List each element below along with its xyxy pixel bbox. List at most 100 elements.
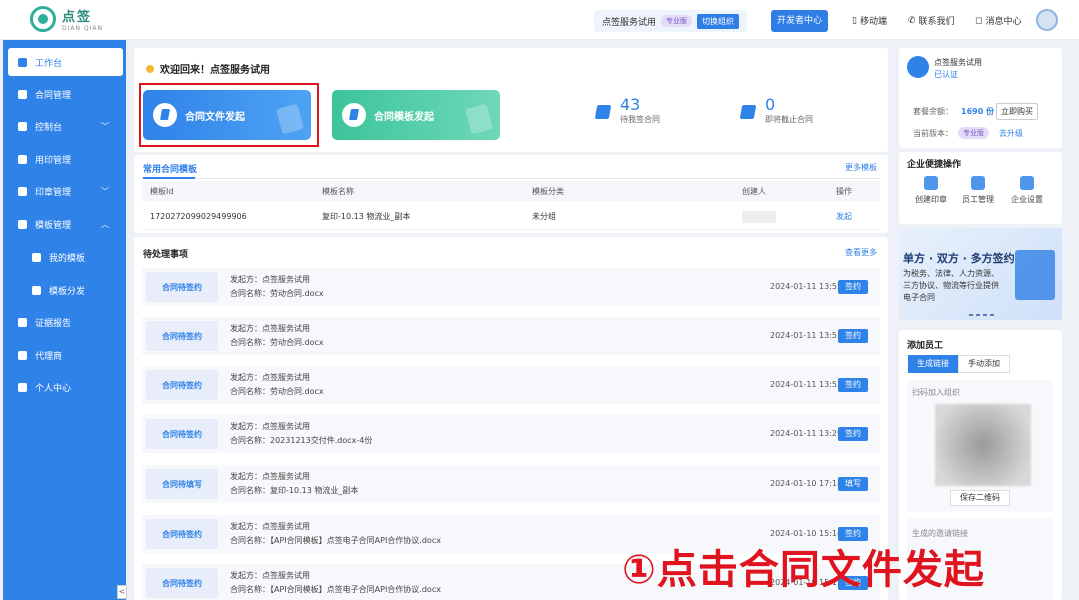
todo-sender: 发起方：点签服务试用 (230, 275, 310, 284)
grid-icon (32, 285, 41, 295)
sign-button[interactable]: 签约 (838, 527, 868, 541)
chevron-up-icon: ︿ (101, 219, 109, 229)
sidebar-item-evidence[interactable]: 证据报告 (8, 308, 123, 336)
staff-icon (971, 176, 985, 190)
carousel-dots[interactable] (969, 314, 994, 316)
col-action: 操作 (836, 186, 852, 196)
sidebar-item-profile[interactable]: 个人中心 (8, 373, 123, 401)
quick-settings[interactable]: 企业设置 (1011, 176, 1043, 205)
sidebar-item-contracts[interactable]: 合同管理 (8, 80, 123, 108)
sidebar: 工作台 合同管理 控制台 ﹀ 用印管理 印章管理 ﹀ 模板管理 ︿ 我的模板 模板分发… (3, 40, 126, 600)
quick-staff[interactable]: 员工管理 (962, 176, 994, 205)
todo-status: 合同待签约 (146, 321, 218, 351)
sidebar-item-label: 证据报告 (35, 318, 72, 329)
sidebar-item-label: 印章管理 (35, 187, 72, 198)
banner-title: 单方 · 双方 · 多方签约 (903, 252, 1015, 265)
sidebar-item-template-dist[interactable]: 模板分发 (8, 276, 123, 304)
tabs-divider (142, 178, 880, 179)
contact-link[interactable]: ✆ 联系我们 (908, 14, 955, 28)
todo-more-link[interactable]: 查看更多 (845, 247, 877, 258)
launch-template-link[interactable]: 发起 (836, 211, 852, 222)
save-qr-button[interactable]: 保存二维码 (950, 490, 1010, 506)
template-id: 1720272099029499906 (150, 212, 247, 221)
expiring-label: 即将截止合同 (765, 115, 813, 124)
grid-icon (32, 252, 41, 262)
wave-icon (146, 64, 154, 73)
pending-icon (594, 105, 612, 119)
company-icon (907, 56, 929, 78)
switch-org-button[interactable]: 切换组织 (697, 13, 740, 29)
todo-item[interactable]: 合同待签约 发起方：点签服务试用 合同名称：劳动合同.docx 2024-01-11 … (142, 366, 880, 404)
document-icon (18, 89, 27, 99)
col-id: 模板Id (150, 186, 174, 196)
collapse-sidebar-button[interactable]: < (117, 585, 127, 599)
col-creator: 创建人 (742, 186, 766, 196)
mobile-link[interactable]: ▯ 移动端 (852, 14, 887, 28)
sidebar-item-templates[interactable]: 模板管理 ︿ (8, 210, 123, 238)
col-category: 模板分类 (532, 186, 564, 196)
todo-sender: 发起方：点签服务试用 (230, 571, 310, 580)
tab-manual-add[interactable]: 手动添加 (958, 355, 1010, 373)
templates-tab[interactable]: 常用合同模板 (143, 162, 197, 175)
stamp-icon (18, 186, 27, 196)
sidebar-item-my-templates[interactable]: 我的模板 (8, 243, 123, 271)
todo-status: 合同待签约 (146, 272, 218, 302)
avatar[interactable] (1036, 9, 1058, 31)
balance-value: 1690 份 (961, 107, 995, 116)
org-switcher[interactable]: 点签服务试用 专业版 切换组织 (594, 10, 748, 32)
sign-button[interactable]: 签约 (838, 378, 868, 392)
sidebar-item-label: 我的模板 (49, 253, 86, 264)
sign-button[interactable]: 签约 (838, 280, 868, 294)
logo[interactable]: 点签 DIAN QIAN (30, 6, 103, 32)
quick-create-seal[interactable]: 创建印章 (915, 176, 947, 205)
templates-header: 模板Id 模板名称 模板分类 创建人 操作 (142, 181, 880, 201)
tab-generate-link[interactable]: 生成链接 (908, 355, 958, 373)
expiring-stat[interactable]: 0 即将截止合同 (739, 95, 813, 125)
banner-text: 为税务、法律、人力资源、三方协议、物流等行业提供电子合同 (903, 269, 999, 302)
logo-icon (30, 6, 56, 32)
quick-label: 企业设置 (1011, 195, 1043, 204)
fill-button[interactable]: 填写 (838, 477, 868, 491)
message-link[interactable]: ◻ 消息中心 (975, 14, 1022, 28)
org-name: 点签服务试用 (602, 17, 657, 28)
contact-label: 联系我们 (918, 17, 955, 27)
bell-icon: ◻ (975, 15, 983, 26)
todo-status: 合同待填写 (146, 469, 218, 499)
sidebar-item-label: 代理商 (35, 351, 63, 362)
sidebar-item-label: 用印管理 (35, 155, 72, 166)
sidebar-item-agent[interactable]: 代理商 (8, 341, 123, 369)
table-row: 1720272099029499906 复印-10.13 物流业_副本 未分组 … (142, 204, 880, 230)
todo-item[interactable]: 合同待签约 发起方：点签服务试用 合同名称：劳动合同.docx 2024-01-11 … (142, 268, 880, 306)
todo-item[interactable]: 合同待填写 发起方：点签服务试用 合同名称：复印-10.13 物流业_副本 2024-… (142, 465, 880, 503)
account-name: 点签服务试用 (934, 58, 982, 67)
chevron-down-icon: ﹀ (101, 186, 109, 196)
todo-item[interactable]: 合同待签约 发起方：点签服务试用 合同名称：20231213交付件.docx-4份 2… (142, 415, 880, 453)
upgrade-link[interactable]: 去升级 (999, 128, 1023, 139)
template-creator (742, 210, 776, 223)
shop-icon (18, 350, 27, 360)
pending-stat[interactable]: 43 待我签合同 (594, 95, 660, 125)
todo-contract-name: 合同名称：20231213交付件.docx-4份 (230, 436, 373, 445)
logo-sub: DIAN QIAN (62, 25, 103, 32)
sidebar-item-seals[interactable]: 印章管理 ﹀ (8, 177, 123, 205)
sign-button[interactable]: 签约 (838, 427, 868, 441)
qr-label: 扫码加入组织 (912, 388, 960, 397)
chevron-down-icon: ﹀ (101, 121, 109, 131)
top-bar: 点签 DIAN QIAN 点签服务试用 专业版 切换组织 开发者中心 ▯ 移动端 … (0, 0, 1079, 40)
sidebar-item-label: 个人中心 (35, 383, 72, 394)
buy-button[interactable]: 立即购买 (996, 103, 1038, 120)
sidebar-item-console[interactable]: 控制台 ﹀ (8, 112, 123, 140)
more-templates-link[interactable]: 更多模板 (845, 162, 877, 173)
promo-banner[interactable]: 单方 · 双方 · 多方签约 为税务、法律、人力资源、三方协议、物流等行业提供电… (899, 228, 1062, 320)
todo-contract-name: 合同名称：劳动合同.docx (230, 387, 324, 396)
sidebar-item-seal-usage[interactable]: 用印管理 (8, 145, 123, 173)
sidebar-item-workbench[interactable]: 工作台 (8, 48, 123, 76)
todo-item[interactable]: 合同待签约 发起方：点签服务试用 合同名称：劳动合同.docx 2024-01-11 … (142, 317, 880, 355)
developer-button[interactable]: 开发者中心 (771, 10, 829, 32)
home-icon (18, 57, 27, 67)
todo-sender: 发起方：点签服务试用 (230, 522, 310, 531)
active-tab-indicator (143, 177, 195, 179)
welcome-label: 欢迎回来！点签服务试用 (160, 65, 270, 76)
sign-button[interactable]: 签约 (838, 329, 868, 343)
template-launch-button[interactable]: 合同模板发起 (332, 90, 500, 140)
